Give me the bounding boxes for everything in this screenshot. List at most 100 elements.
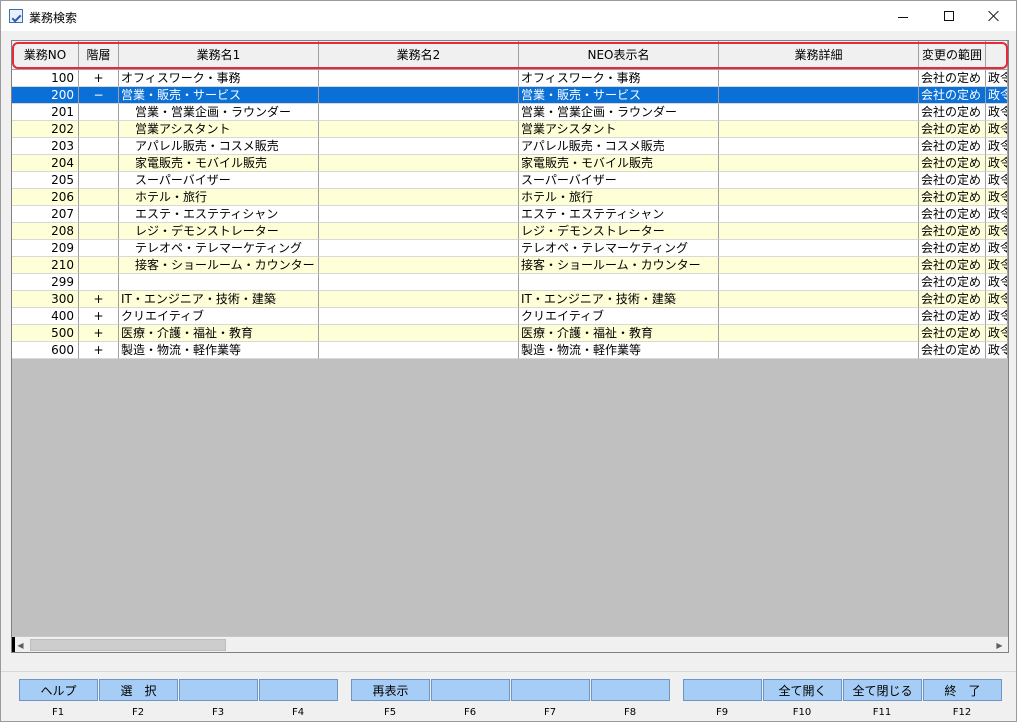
close-button[interactable] xyxy=(971,1,1017,31)
table-row[interactable]: 207 エステ・エステティシャン エステ・エステティシャン 会社の定め政令 xyxy=(12,206,1008,223)
fkey-button-f10[interactable]: 全て開く xyxy=(763,679,842,701)
table-row[interactable]: 204 家電販売・モバイル販売 家電販売・モバイル販売 会社の定め政令 xyxy=(12,155,1008,172)
cell-name1: 製造・物流・軽作業等 xyxy=(119,342,319,359)
cell-neo: エステ・エステティシャン xyxy=(519,206,719,223)
table-row[interactable]: 210 接客・ショールーム・カウンター 接客・ショールーム・カウンター 会社の定め政令 xyxy=(12,257,1008,274)
table-row[interactable]: 203 アパレル販売・コスメ販売 アパレル販売・コスメ販売 会社の定め政令 xyxy=(12,138,1008,155)
cell-no: 299 xyxy=(12,274,79,291)
cell-range: 会社の定め xyxy=(919,189,986,206)
cell-name1: テレオペ・テレマーケティング xyxy=(119,240,319,257)
table-row[interactable]: 205 スーパーバイザー スーパーバイザー 会社の定め政令 xyxy=(12,172,1008,189)
grid-header: 業務NO 階層 業務名1 業務名2 NEO表示名 業務詳細 変更の範囲 xyxy=(12,41,1008,70)
cell-extra: 政令 xyxy=(986,240,1008,257)
cell-range: 会社の定め xyxy=(919,257,986,274)
cell-name1: 家電販売・モバイル販売 xyxy=(119,155,319,172)
cell-range: 会社の定め xyxy=(919,206,986,223)
cell-detail xyxy=(719,291,919,308)
cell-range: 会社の定め xyxy=(919,308,986,325)
table-row[interactable]: 600+製造・物流・軽作業等製造・物流・軽作業等会社の定め政令 xyxy=(12,342,1008,359)
cell-no: 400 xyxy=(12,308,79,325)
fkey-button-f1[interactable]: ヘルプ xyxy=(19,679,98,701)
fkey-button-f2[interactable]: 選 択 xyxy=(99,679,178,701)
cell-name2 xyxy=(319,138,519,155)
table-row[interactable]: 400+クリエイティブクリエイティブ会社の定め政令 xyxy=(12,308,1008,325)
cell-no: 207 xyxy=(12,206,79,223)
cell-neo: クリエイティブ xyxy=(519,308,719,325)
fkey-button-f11[interactable]: 全て閉じる xyxy=(843,679,922,701)
expand-toggle[interactable]: + xyxy=(79,325,119,342)
cell-extra: 政令 xyxy=(986,172,1008,189)
column-header-detail[interactable]: 業務詳細 xyxy=(719,41,919,70)
window-title: 業務検索 xyxy=(29,11,78,25)
cell-level xyxy=(79,257,119,274)
horizontal-scrollbar[interactable]: ◀ ▶ xyxy=(12,636,1008,652)
fkey-label-f3: F3 xyxy=(211,707,225,718)
fkey-button-f8[interactable] xyxy=(591,679,670,701)
cell-neo: IT・エンジニア・技術・建築 xyxy=(519,291,719,308)
cell-range: 会社の定め xyxy=(919,138,986,155)
cell-name1: オフィスワーク・事務 xyxy=(119,70,319,87)
cell-name1: レジ・デモンストレーター xyxy=(119,223,319,240)
job-grid[interactable]: 業務NO 階層 業務名1 業務名2 NEO表示名 業務詳細 変更の範囲 100 + オフィスワー… xyxy=(11,40,1009,653)
minimize-button[interactable] xyxy=(880,1,926,31)
cell-name2 xyxy=(319,274,519,291)
fkey-button-f5[interactable]: 再表示 xyxy=(351,679,430,701)
expand-toggle[interactable]: + xyxy=(79,342,119,359)
cell-name1: 営業・営業企画・ラウンダー xyxy=(119,104,319,121)
cell-name2 xyxy=(319,70,519,87)
cell-name2 xyxy=(319,155,519,172)
cell-name1: スーパーバイザー xyxy=(119,172,319,189)
table-row[interactable]: 300+IT・エンジニア・技術・建築IT・エンジニア・技術・建築会社の定め政令 xyxy=(12,291,1008,308)
cell-no: 500 xyxy=(12,325,79,342)
table-row[interactable]: 209 テレオペ・テレマーケティング テレオペ・テレマーケティング 会社の定め政令 xyxy=(12,240,1008,257)
cell-detail xyxy=(719,257,919,274)
column-header-range[interactable]: 変更の範囲 xyxy=(919,41,986,70)
fkey-button-f9[interactable] xyxy=(683,679,762,701)
expand-toggle[interactable]: + xyxy=(79,308,119,325)
table-row[interactable]: 299 会社の定め政令 xyxy=(12,274,1008,291)
scroll-right-icon[interactable]: ▶ xyxy=(991,637,1008,652)
column-header-extra[interactable] xyxy=(986,41,1008,70)
close-icon xyxy=(988,10,1000,22)
fkey-button-f7[interactable] xyxy=(511,679,590,701)
cell-range: 会社の定め xyxy=(919,70,986,87)
table-row[interactable]: 500+医療・介護・福祉・教育医療・介護・福祉・教育会社の定め政令 xyxy=(12,325,1008,342)
table-row[interactable]: 200−営業・販売・サービス営業・販売・サービス会社の定め政令 xyxy=(12,87,1008,104)
cell-name2 xyxy=(319,291,519,308)
fkey-button-f3[interactable] xyxy=(179,679,258,701)
cell-range: 会社の定め xyxy=(919,104,986,121)
table-row[interactable]: 202 営業アシスタント 営業アシスタント 会社の定め政令 xyxy=(12,121,1008,138)
scrollbar-thumb[interactable] xyxy=(30,639,226,651)
column-header-name2[interactable]: 業務名2 xyxy=(319,41,519,70)
table-row[interactable]: 208 レジ・デモンストレーター レジ・デモンストレーター 会社の定め政令 xyxy=(12,223,1008,240)
cell-no: 203 xyxy=(12,138,79,155)
cell-name2 xyxy=(319,87,519,104)
cell-range: 会社の定め xyxy=(919,155,986,172)
scroll-left-icon[interactable]: ◀ xyxy=(12,637,29,652)
fkey-button-f12[interactable]: 終 了 xyxy=(923,679,1002,701)
table-row[interactable]: 201 営業・営業企画・ラウンダー 営業・営業企画・ラウンダー 会社の定め政令 xyxy=(12,104,1008,121)
column-header-level[interactable]: 階層 xyxy=(79,41,119,70)
table-row[interactable]: 206 ホテル・旅行 ホテル・旅行 会社の定め政令 xyxy=(12,189,1008,206)
column-header-name1[interactable]: 業務名1 xyxy=(119,41,319,70)
cell-name2 xyxy=(319,172,519,189)
cell-detail xyxy=(719,206,919,223)
cell-name1: ホテル・旅行 xyxy=(119,189,319,206)
expand-toggle[interactable]: + xyxy=(79,291,119,308)
fkey-button-f4[interactable] xyxy=(259,679,338,701)
column-header-no[interactable]: 業務NO xyxy=(12,41,79,70)
expand-toggle[interactable]: + xyxy=(79,70,119,87)
maximize-button[interactable] xyxy=(926,1,972,31)
fkey-label-f11: F11 xyxy=(872,707,892,718)
table-row[interactable]: 100+オフィスワーク・事務オフィスワーク・事務会社の定め政令 xyxy=(12,70,1008,87)
cell-no: 206 xyxy=(12,189,79,206)
cell-detail xyxy=(719,274,919,291)
cell-no: 300 xyxy=(12,291,79,308)
cell-neo: 医療・介護・福祉・教育 xyxy=(519,325,719,342)
cell-name1: アパレル販売・コスメ販売 xyxy=(119,138,319,155)
cell-level xyxy=(79,223,119,240)
expand-toggle[interactable]: − xyxy=(79,87,119,104)
cell-neo: レジ・デモンストレーター xyxy=(519,223,719,240)
column-header-neo[interactable]: NEO表示名 xyxy=(519,41,719,70)
fkey-button-f6[interactable] xyxy=(431,679,510,701)
